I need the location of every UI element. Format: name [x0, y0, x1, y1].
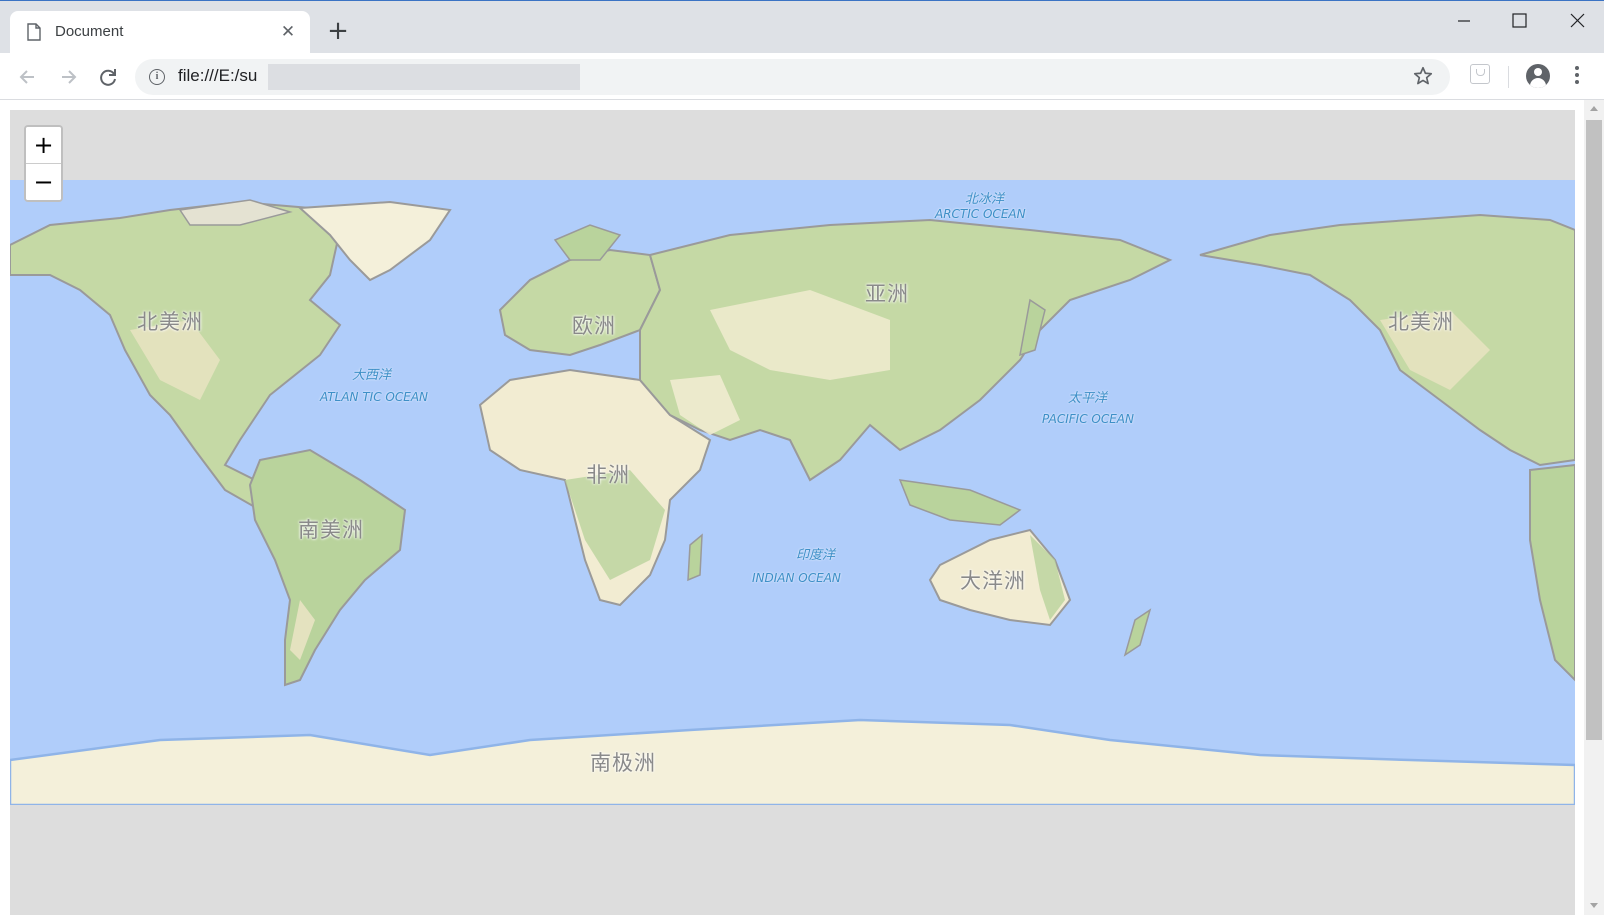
account-icon[interactable] — [1526, 64, 1550, 88]
label-antarctica: 南极洲 — [590, 751, 656, 775]
label-africa: 非洲 — [586, 463, 630, 487]
close-window-icon[interactable] — [1557, 7, 1597, 35]
label-indian-ocean-en: INDIAN OCEAN — [752, 571, 841, 585]
label-pacific-ocean-cn: 太平洋 — [1068, 391, 1108, 406]
zoom-in-button[interactable]: + — [26, 127, 61, 164]
forward-button[interactable] — [54, 63, 82, 91]
label-europe: 欧洲 — [572, 314, 616, 338]
close-tab-icon[interactable]: ✕ — [278, 22, 298, 42]
reload-icon — [100, 69, 116, 86]
label-atlantic-ocean-en: ATLAN TIC OCEAN — [320, 390, 429, 404]
maximize-icon[interactable] — [1499, 7, 1539, 35]
document-icon — [27, 23, 41, 41]
label-atlantic-ocean-cn: 大西洋 — [352, 368, 392, 383]
map-container[interactable]: 北美洲 北美洲 南美洲 欧洲 非洲 亚洲 大洋洲 南极洲 北冰洋 ARCTIC … — [10, 110, 1575, 915]
label-pacific-ocean-en: PACIFIC OCEAN — [1042, 412, 1134, 426]
minimize-icon[interactable] — [1444, 7, 1484, 35]
label-north-america-right: 北美洲 — [1388, 310, 1454, 334]
label-north-america-left: 北美洲 — [137, 310, 203, 334]
scroll-thumb[interactable] — [1586, 120, 1602, 740]
label-arctic-ocean-en: ARCTIC OCEAN — [935, 207, 1026, 221]
extension-icon[interactable] — [1470, 64, 1490, 84]
info-icon[interactable]: i — [149, 69, 165, 85]
url-text[interactable]: file:///E:/su — [178, 66, 257, 86]
tab-title: Document — [55, 23, 124, 40]
reload-button[interactable] — [94, 63, 122, 91]
label-oceania: 大洋洲 — [960, 569, 1026, 593]
more-menu-icon[interactable] — [1574, 66, 1580, 88]
vertical-scrollbar[interactable] — [1584, 100, 1604, 915]
back-button[interactable] — [14, 63, 42, 91]
toolbar-divider — [1508, 66, 1509, 88]
scroll-up-arrow-icon[interactable] — [1590, 106, 1598, 111]
arrow-right-icon — [62, 70, 77, 84]
zoom-control: + − — [24, 125, 63, 202]
label-south-america: 南美洲 — [298, 518, 364, 542]
label-arctic-ocean-cn: 北冰洋 — [965, 192, 1005, 207]
bookmark-star-icon[interactable] — [1412, 65, 1434, 87]
new-tab-button[interactable]: + — [326, 18, 350, 44]
arrow-left-icon — [19, 70, 34, 84]
browser-toolbar: i file:///E:/su — [0, 53, 1604, 100]
zoom-out-button[interactable]: − — [26, 164, 61, 200]
label-indian-ocean-cn: 印度洋 — [796, 548, 836, 563]
label-asia: 亚洲 — [865, 282, 909, 306]
url-redaction — [268, 64, 580, 90]
world-map[interactable] — [10, 180, 1575, 805]
tab-strip: Document ✕ + — [0, 0, 1604, 54]
page-viewport: 北美洲 北美洲 南美洲 欧洲 非洲 亚洲 大洋洲 南极洲 北冰洋 ARCTIC … — [0, 100, 1604, 915]
browser-tab[interactable]: Document ✕ — [10, 11, 310, 54]
address-bar[interactable]: i file:///E:/su — [135, 59, 1450, 95]
scroll-down-arrow-icon[interactable] — [1590, 903, 1598, 908]
